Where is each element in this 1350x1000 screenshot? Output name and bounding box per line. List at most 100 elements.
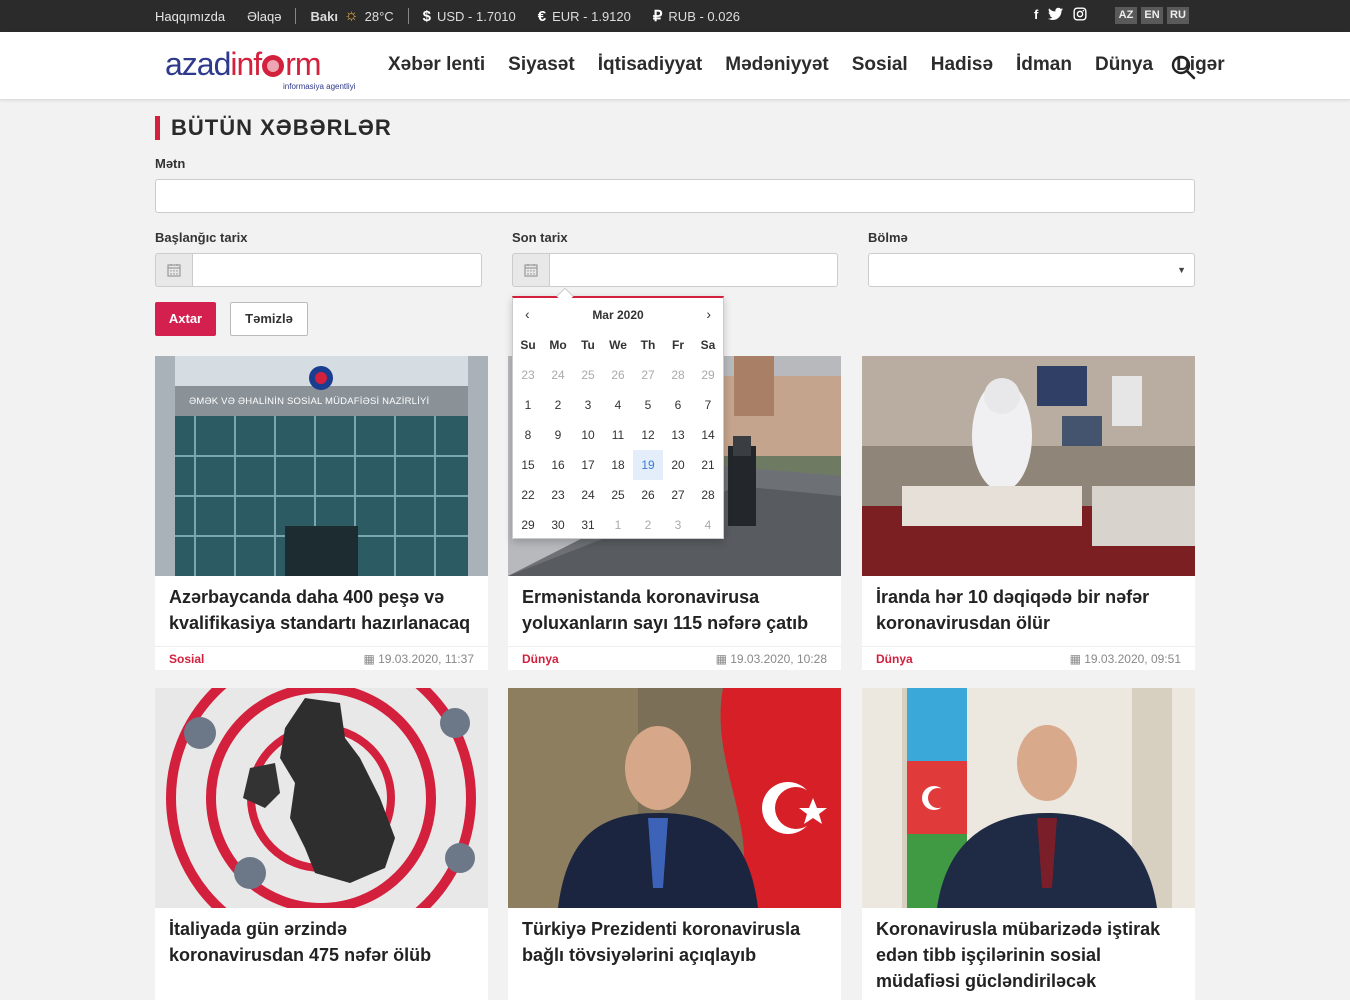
- news-image-uk-virus-map[interactable]: [155, 688, 488, 908]
- news-card[interactable]: İranda hər 10 dəqiqədə bir nəfər koronav…: [862, 356, 1195, 670]
- calendar-day[interactable]: 7: [693, 390, 723, 420]
- calendar-day[interactable]: 1: [603, 510, 633, 540]
- calendar-day[interactable]: 2: [633, 510, 663, 540]
- facebook-icon[interactable]: f: [1034, 7, 1038, 22]
- calendar-day[interactable]: 25: [603, 480, 633, 510]
- calendar-day[interactable]: 6: [663, 390, 693, 420]
- calendar-day[interactable]: 9: [543, 420, 573, 450]
- weather: Bakı ☼ 28°C: [310, 7, 393, 25]
- calendar-day[interactable]: 3: [663, 510, 693, 540]
- news-title[interactable]: Ermənistanda koronavirusa yoluxanların s…: [508, 576, 841, 646]
- news-card[interactable]: İtaliyada gün ərzində koronavirusdan 475…: [155, 688, 488, 1000]
- calendar-day[interactable]: 15: [513, 450, 543, 480]
- calendar-day[interactable]: 28: [693, 480, 723, 510]
- nav-item-social[interactable]: Sosial: [852, 54, 908, 76]
- calendar-day-today[interactable]: 19: [633, 450, 663, 480]
- section-select[interactable]: ▼: [868, 253, 1195, 287]
- calendar-day[interactable]: 18: [603, 450, 633, 480]
- nav-item-culture[interactable]: Mədəniyyət: [725, 54, 828, 76]
- search-button[interactable]: Axtar: [155, 302, 216, 336]
- lang-en[interactable]: EN: [1141, 7, 1163, 24]
- calendar-day[interactable]: 25: [573, 360, 603, 390]
- news-image-erdogan[interactable]: [508, 688, 841, 908]
- calendar-day[interactable]: 17: [573, 450, 603, 480]
- news-image-aliyev[interactable]: [862, 688, 1195, 908]
- nav-item-incident[interactable]: Hadisə: [931, 54, 993, 76]
- date-picker-month[interactable]: Mar 2020: [513, 308, 723, 322]
- calendar-day[interactable]: 14: [693, 420, 723, 450]
- nav-item-sport[interactable]: İdman: [1016, 54, 1072, 76]
- calendar-day[interactable]: 3: [573, 390, 603, 420]
- news-category[interactable]: Dünya: [522, 652, 559, 666]
- calendar-day[interactable]: 26: [633, 480, 663, 510]
- text-input[interactable]: [155, 179, 1195, 213]
- calendar-day[interactable]: 29: [513, 510, 543, 540]
- search-icon[interactable]: [1170, 54, 1196, 80]
- site-logo[interactable]: azadinf rm informasiya agentliyi: [165, 46, 355, 91]
- calendar-day[interactable]: 1: [513, 390, 543, 420]
- calendar-day[interactable]: 30: [543, 510, 573, 540]
- calendar-day[interactable]: 5: [633, 390, 663, 420]
- calendar-day[interactable]: 24: [543, 360, 573, 390]
- lang-ru[interactable]: RU: [1167, 7, 1189, 24]
- calendar-day[interactable]: 28: [663, 360, 693, 390]
- top-bar: Haqqımızda Əlaqə Bakı ☼ 28°C $ USD - 1.7…: [0, 0, 1350, 32]
- news-card[interactable]: ƏMƏK VƏ ƏHALİNİN SOSİAL MÜDAFİƏSİ NAZİRL…: [155, 356, 488, 670]
- start-date-input[interactable]: [192, 253, 482, 287]
- nav-item-world[interactable]: Dünya: [1095, 54, 1153, 76]
- calendar-day[interactable]: 24: [573, 480, 603, 510]
- calendar-day[interactable]: 31: [573, 510, 603, 540]
- calendar-day[interactable]: 16: [543, 450, 573, 480]
- news-category[interactable]: Sosial: [169, 652, 204, 666]
- news-title[interactable]: Koronavirusla mübarizədə iştirak edən ti…: [862, 908, 1195, 991]
- clear-button[interactable]: Təmizlə: [230, 302, 308, 336]
- week-row: 15 16 17 18 19 20 21: [513, 450, 723, 480]
- calendar-day[interactable]: 4: [693, 510, 723, 540]
- news-image-iran-hospital[interactable]: [862, 356, 1195, 576]
- start-date-label: Başlanğıc tarix: [155, 230, 248, 245]
- calendar-day[interactable]: 23: [513, 360, 543, 390]
- calendar-icon[interactable]: [155, 253, 192, 287]
- calendar-day[interactable]: 20: [663, 450, 693, 480]
- news-card[interactable]: Koronavirusla mübarizədə iştirak edən ti…: [862, 688, 1195, 1000]
- news-card[interactable]: Türkiyə Prezidenti koronavirusla bağlı t…: [508, 688, 841, 1000]
- calendar-day[interactable]: 21: [693, 450, 723, 480]
- weather-city: Bakı: [310, 8, 338, 24]
- calendar-day[interactable]: 12: [633, 420, 663, 450]
- news-title[interactable]: İranda hər 10 dəqiqədə bir nəfər koronav…: [862, 576, 1195, 646]
- calendar-day[interactable]: 22: [513, 480, 543, 510]
- calendar-day[interactable]: 23: [543, 480, 573, 510]
- news-title[interactable]: İtaliyada gün ərzində koronavirusdan 475…: [155, 908, 488, 978]
- caret-down-icon: ▼: [1177, 265, 1186, 275]
- news-category[interactable]: Dünya: [876, 652, 913, 666]
- section-label: Bölmə: [868, 230, 908, 245]
- nav-item-economy[interactable]: İqtisadiyyat: [598, 54, 703, 76]
- week-row: 8 9 10 11 12 13 14: [513, 420, 723, 450]
- calendar-day[interactable]: 4: [603, 390, 633, 420]
- date-picker-popup: ‹ Mar 2020 › Su Mo Tu We Th Fr Sa 23 24 …: [512, 287, 724, 540]
- contact-link[interactable]: Əlaqə: [247, 9, 281, 24]
- calendar-day[interactable]: 27: [633, 360, 663, 390]
- calendar-day[interactable]: 2: [543, 390, 573, 420]
- calendar-day[interactable]: 10: [573, 420, 603, 450]
- calendar-day[interactable]: 29: [693, 360, 723, 390]
- nav-item-news-feed[interactable]: Xəbər lenti: [388, 54, 485, 76]
- calendar-day[interactable]: 27: [663, 480, 693, 510]
- end-date-input[interactable]: [549, 253, 838, 287]
- currency-usd: $ USD - 1.7010: [423, 8, 516, 25]
- twitter-icon[interactable]: [1048, 7, 1064, 21]
- calendar-day[interactable]: 26: [603, 360, 633, 390]
- about-link[interactable]: Haqqımızda: [155, 9, 225, 24]
- calendar-day[interactable]: 11: [603, 420, 633, 450]
- chevron-right-icon[interactable]: ›: [706, 306, 711, 322]
- lang-az[interactable]: AZ: [1115, 7, 1137, 24]
- calendar-icon[interactable]: [512, 253, 549, 287]
- instagram-icon[interactable]: [1073, 7, 1087, 21]
- calendar-day[interactable]: 13: [663, 420, 693, 450]
- news-title[interactable]: Azərbaycanda daha 400 peşə və kvalifikas…: [155, 576, 488, 646]
- news-image-ministry-building[interactable]: ƏMƏK VƏ ƏHALİNİN SOSİAL MÜDAFİƏSİ NAZİRL…: [155, 356, 488, 576]
- calendar-day[interactable]: 8: [513, 420, 543, 450]
- nav-item-politics[interactable]: Siyasət: [508, 54, 575, 76]
- date-picker-header: ‹ Mar 2020 ›: [513, 306, 723, 326]
- news-title[interactable]: Türkiyə Prezidenti koronavirusla bağlı t…: [508, 908, 841, 978]
